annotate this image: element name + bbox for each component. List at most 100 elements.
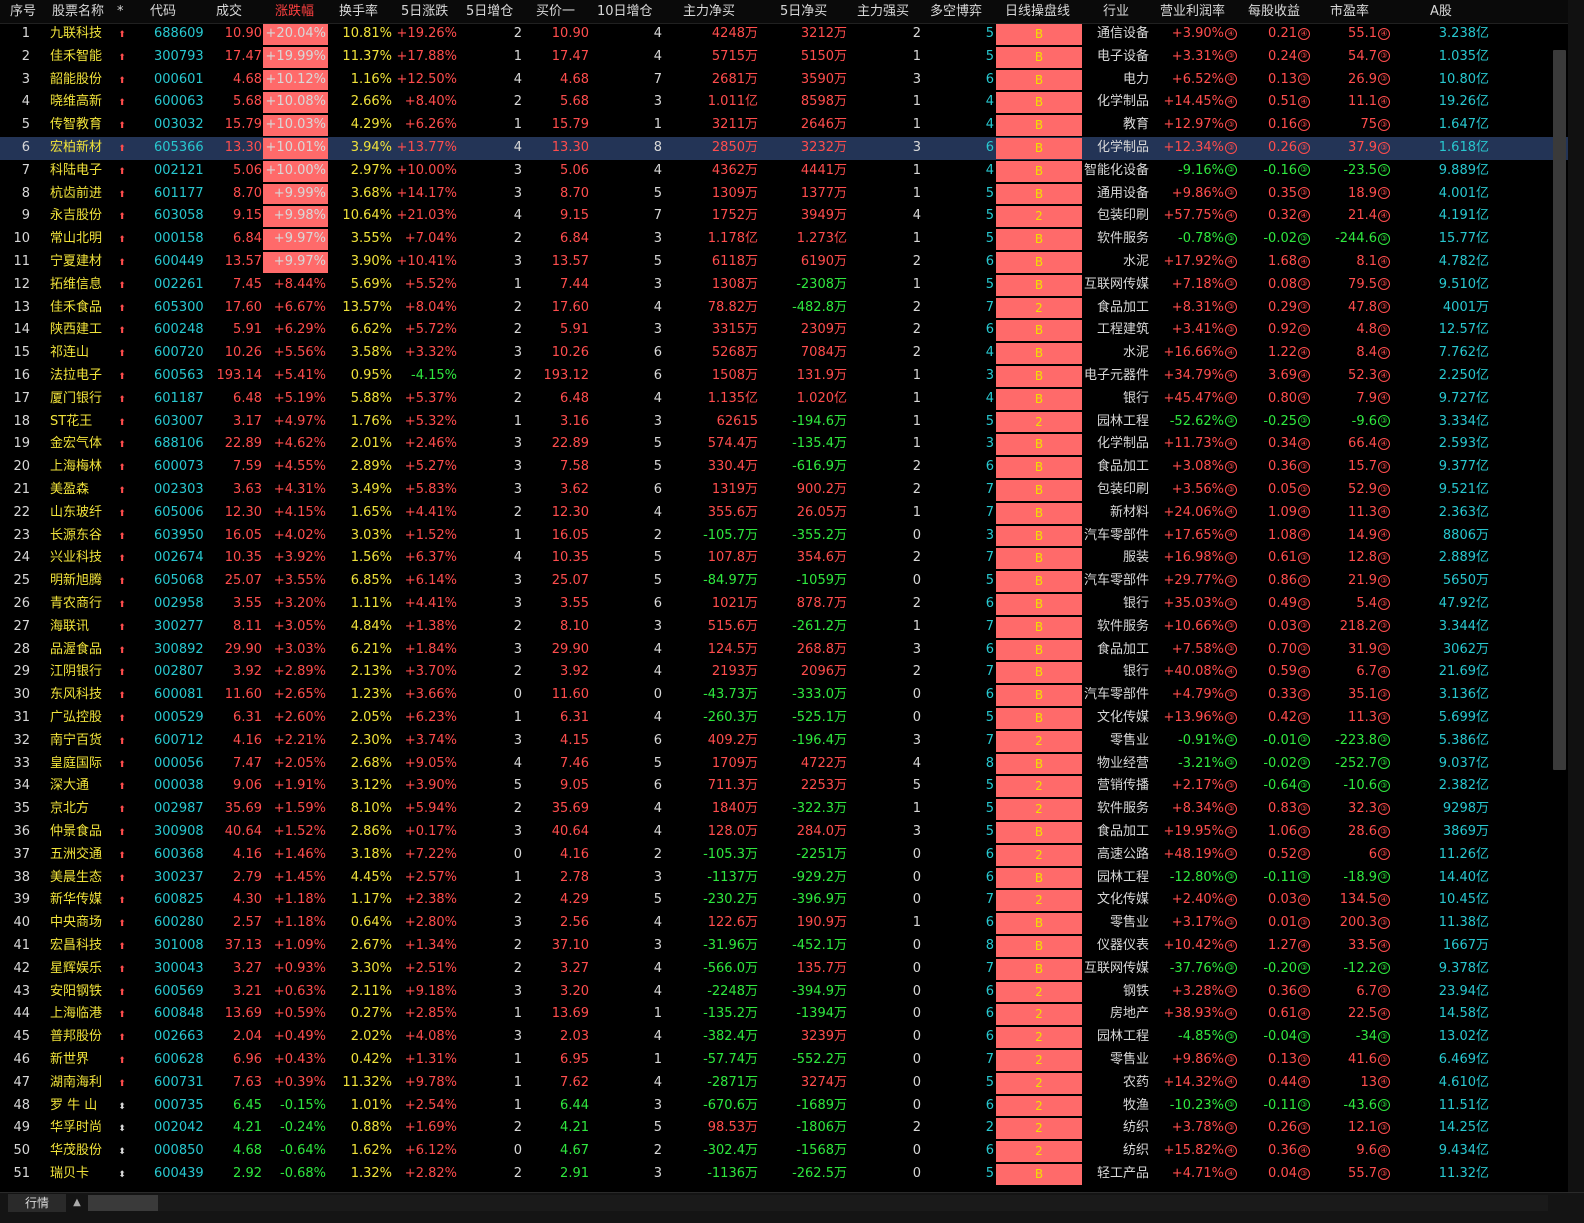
column-header-13[interactable]: 主力强买 xyxy=(857,0,909,23)
table-row[interactable]: 36 仲景食品 ⬆ 300908 40.64 +1.52% 2.86% +0.17% 3 40.6… xyxy=(0,821,1568,844)
table-row[interactable]: 11 宁夏建材 ⬆ 600449 13.57 +9.97% 3.90% +10.41% 3 13.… xyxy=(0,251,1568,274)
column-header-14[interactable]: 多空博弈 xyxy=(930,0,982,23)
stock-code: 003032 xyxy=(154,117,204,133)
earnings-per-share: 3.69 ④ xyxy=(1240,365,1310,388)
main-strong-buy: 0 xyxy=(912,1052,921,1067)
table-row[interactable]: 35 京北方 ⬆ 002987 35.69 +1.59% 8.10% +5.94% 2 35.69… xyxy=(0,798,1568,821)
table-row[interactable]: 3 韶能股份 ⬆ 000601 4.68 +10.12% 1.16% +12.50% 4 4.68… xyxy=(0,69,1568,92)
table-row[interactable]: 17 厦门银行 ⬆ 601187 6.48 +5.19% 5.88% +5.37% 2 6.48 4… xyxy=(0,388,1568,411)
position-increase-5d: 4 xyxy=(513,71,522,87)
table-row[interactable]: 45 普邦股份 ⬆ 002663 2.04 +0.49% 2.02% +4.08% 3 2.03 4… xyxy=(0,1026,1568,1049)
table-row[interactable]: 42 星辉娱乐 ⬆ 300043 3.27 +0.93% 3.30% +2.51% 2 3.27 4… xyxy=(0,958,1568,981)
table-row[interactable]: 38 美晨生态 ⬆ 300237 2.79 +1.45% 4.45% +2.57% 1 2.78 3… xyxy=(0,867,1568,890)
table-row[interactable]: 23 长源东谷 ⬆ 603950 16.05 +4.02% 3.03% +1.52% 1 16.0… xyxy=(0,525,1568,548)
column-header-6[interactable]: 换手率 xyxy=(339,0,378,23)
table-row[interactable]: 41 宏昌科技 ⬆ 301008 37.13 +1.09% 2.67% +1.34% 2 37.1… xyxy=(0,935,1568,958)
table-row[interactable]: 25 明新旭腾 ⬆ 605068 25.07 +3.55% 6.85% +6.14% 3 25.0… xyxy=(0,570,1568,593)
table-row[interactable]: 22 山东玻纤 ⬆ 605006 12.30 +4.15% 1.65% +4.41% 2 12.3… xyxy=(0,502,1568,525)
industry: 水泥 xyxy=(1122,254,1149,269)
change-5d: +2.80% xyxy=(404,915,457,931)
table-row[interactable]: 5 传智教育 ⬆ 003032 15.79 +10.03% 4.29% +6.26% 1 15.7… xyxy=(0,114,1568,137)
column-header-15[interactable]: 日线操盘线 xyxy=(1005,0,1070,23)
column-header-0[interactable]: 序号 xyxy=(10,0,36,23)
table-row[interactable]: 8 杭齿前进 ⬆ 601177 8.70 +9.99% 3.68% +14.17% 3 8.70 5… xyxy=(0,183,1568,206)
column-header-12[interactable]: 5日净买 xyxy=(780,0,827,23)
operating-margin: +3.41% ③ xyxy=(1152,319,1237,342)
column-header-19[interactable]: 市盈率 xyxy=(1330,0,1369,23)
pe-ratio: 35.1 ③ xyxy=(1312,684,1390,707)
table-row[interactable]: 33 皇庭国际 ⬆ 000056 7.47 +2.05% 2.68% +9.05% 4 7.46 5… xyxy=(0,753,1568,776)
table-row[interactable]: 21 美盈森 ⬆ 002303 3.63 +4.31% 3.49% +5.83% 3 3.62 6 1… xyxy=(0,479,1568,502)
net-buy-5d: -2308万 xyxy=(796,276,847,292)
table-row[interactable]: 24 兴业科技 ⬆ 002674 10.35 +3.92% 1.56% +6.37% 4 10.3… xyxy=(0,547,1568,570)
table-row[interactable]: 47 湖南海利 ⬆ 600731 7.63 +0.39% 11.32% +9.78% 1 7.62… xyxy=(0,1072,1568,1095)
table-row[interactable]: 15 祁连山 ⬆ 600720 10.26 +5.56% 3.58% +3.32% 3 10.26… xyxy=(0,342,1568,365)
table-row[interactable]: 26 青农商行 ⬆ 002958 3.55 +3.20% 1.11% +4.41% 3 3.55 6… xyxy=(0,593,1568,616)
stock-code: 605068 xyxy=(154,573,204,589)
tab-market[interactable]: 行情 xyxy=(8,1194,66,1212)
column-header-5[interactable]: 涨跌幅 xyxy=(275,0,314,23)
tab-menu-arrow-icon[interactable]: ▲ xyxy=(70,1194,84,1212)
net-buy-5d: -394.9万 xyxy=(792,983,847,999)
table-row[interactable]: 7 科陆电子 ⬆ 002121 5.06 +10.00% 2.97% +10.00% 3 5.06… xyxy=(0,160,1568,183)
table-row[interactable]: 12 拓维信息 ⬆ 002261 7.45 +8.44% 5.69% +5.52% 1 7.44 3… xyxy=(0,274,1568,297)
pe-ratio: 22.5 ④ xyxy=(1312,1003,1390,1026)
last-price: 35.69 xyxy=(224,801,262,817)
table-row[interactable]: 29 江阴银行 ⬆ 002807 3.92 +2.89% 2.13% +3.70% 2 3.92 4… xyxy=(0,661,1568,684)
column-header-11[interactable]: 主力净买 xyxy=(683,0,735,23)
column-header-16[interactable]: 行业 xyxy=(1103,0,1129,23)
table-row[interactable]: 32 南宁百货 ⬆ 600712 4.16 +2.21% 2.30% +3.74% 3 4.15 6… xyxy=(0,730,1568,753)
table-row[interactable]: 46 新世界 ⬆ 600628 6.96 +0.43% 0.42% +1.31% 1 6.95 1 -… xyxy=(0,1049,1568,1072)
table-row[interactable]: 49 华孚时尚 ⬍ 002042 4.21 -0.24% 0.88% +1.69% 2 4.21 5… xyxy=(0,1117,1568,1140)
table-row[interactable]: 31 广弘控股 ⬆ 000529 6.31 +2.60% 2.05% +6.23% 1 6.31 4… xyxy=(0,707,1568,730)
column-header-8[interactable]: 5日增仓 xyxy=(466,0,513,23)
table-row[interactable]: 9 永吉股份 ⬆ 603058 9.15 +9.98% 10.64% +21.03% 4 9.15… xyxy=(0,205,1568,228)
table-row[interactable]: 18 ST花王 ⬆ 603007 3.17 +4.97% 1.76% +5.32% 1 3.16 3… xyxy=(0,411,1568,434)
column-header-17[interactable]: 营业利润率 xyxy=(1160,0,1225,23)
table-row[interactable]: 30 东风科技 ⬆ 600081 11.60 +2.65% 1.23% +3.66% 0 11.6… xyxy=(0,684,1568,707)
horizontal-scrollbar-track[interactable] xyxy=(158,1195,1548,1211)
pe-ratio: 55.1 ④ xyxy=(1312,23,1390,46)
horizontal-scrollbar-thumb[interactable] xyxy=(88,1195,158,1211)
column-header-20[interactable]: A股 xyxy=(1430,0,1452,23)
column-header-4[interactable]: 成交 xyxy=(216,0,242,23)
table-row[interactable]: 28 品渥食品 ⬆ 300892 29.90 +3.03% 6.21% +1.84% 3 29.9… xyxy=(0,639,1568,662)
table-row[interactable]: 10 常山北明 ⬆ 000158 6.84 +9.97% 3.55% +7.04% 2 6.84 3… xyxy=(0,228,1568,251)
stock-code: 603950 xyxy=(154,527,204,543)
position-increase-10d: 3 xyxy=(653,938,662,953)
table-row[interactable]: 37 五洲交通 ⬆ 600368 4.16 +1.46% 3.18% +7.22% 0 4.16 2… xyxy=(0,844,1568,867)
column-header-2[interactable]: * xyxy=(117,0,124,23)
table-row[interactable]: 34 深大通 ⬆ 000038 9.06 +1.91% 3.12% +3.90% 5 9.05 6 7… xyxy=(0,775,1568,798)
table-row[interactable]: 27 海联讯 ⬆ 300277 8.11 +3.05% 4.84% +1.38% 2 8.10 3 5… xyxy=(0,616,1568,639)
table-row[interactable]: 51 瑞贝卡 ⬍ 600439 2.92 -0.68% 1.32% +2.82% 2 2.91 3 -… xyxy=(0,1163,1568,1186)
table-row[interactable]: 20 上海梅林 ⬆ 600073 7.59 +4.55% 2.89% +5.27% 3 7.58 5… xyxy=(0,456,1568,479)
column-header-18[interactable]: 每股收益 xyxy=(1248,0,1300,23)
pe-ratio: 8.4 ④ xyxy=(1312,342,1390,365)
table-row[interactable]: 48 罗 牛 山 ⬍ 000735 6.45 -0.15% 1.01% +2.54% 1 6.44… xyxy=(0,1095,1568,1118)
daily-line-signal: B xyxy=(996,1164,1082,1185)
column-header-3[interactable]: 代码 xyxy=(150,0,176,23)
table-row[interactable]: 44 上海临港 ⬆ 600848 13.69 +0.59% 0.27% +2.85% 1 13.6… xyxy=(0,1003,1568,1026)
column-header-9[interactable]: 买价一 xyxy=(536,0,575,23)
vertical-scrollbar-track[interactable] xyxy=(1568,0,1584,1192)
column-header-1[interactable]: 股票名称 xyxy=(52,0,104,23)
column-header-10[interactable]: 10日增仓 xyxy=(597,0,653,23)
vertical-scrollbar-thumb[interactable] xyxy=(1553,50,1566,770)
column-header-7[interactable]: 5日涨跌 xyxy=(401,0,448,23)
table-row[interactable]: 50 华茂股份 ⬍ 000850 4.68 -0.64% 1.62% +6.12% 0 4.67 2… xyxy=(0,1140,1568,1163)
table-row[interactable]: 13 佳禾食品 ⬆ 605300 17.60 +6.67% 13.57% +8.04% 2 17.… xyxy=(0,297,1568,320)
change-arrow-icon: ⬆ xyxy=(118,1078,126,1089)
table-row[interactable]: 43 安阳钢铁 ⬆ 600569 3.21 +0.63% 2.11% +9.18% 3 3.20 4… xyxy=(0,981,1568,1004)
table-row[interactable]: 39 新华传媒 ⬆ 600825 4.30 +1.18% 1.17% +2.38% 2 4.29 5… xyxy=(0,889,1568,912)
last-price: 40.64 xyxy=(224,824,262,839)
table-row[interactable]: 1 九联科技 ⬆ 688609 10.90 +20.04% 10.81% +19.26% 2 10… xyxy=(0,23,1568,46)
table-row[interactable]: 4 晓维高新 ⬆ 600063 5.68 +10.08% 2.66% +8.40% 2 5.68 3… xyxy=(0,91,1568,114)
table-row[interactable]: 40 中央商场 ⬆ 600280 2.57 +1.18% 0.64% +2.80% 3 2.56 4… xyxy=(0,912,1568,935)
table-row[interactable]: 14 陕西建工 ⬆ 600248 5.91 +6.29% 6.62% +5.72% 2 5.91 3… xyxy=(0,319,1568,342)
net-buy-5d: 4722万 xyxy=(800,755,847,771)
turnover-rate: 1.01% xyxy=(350,1097,392,1113)
table-row[interactable]: 16 法拉电子 ⬆ 600563 193.14 +5.41% 0.95% -4.15% 2 193… xyxy=(0,365,1568,388)
table-row[interactable]: 2 佳禾智能 ⬆ 300793 17.47 +19.99% 11.37% +17.88% 1 17… xyxy=(0,46,1568,69)
table-row[interactable]: 19 金宏气体 ⬆ 688106 22.89 +4.62% 2.01% +2.46% 3 22.8… xyxy=(0,433,1568,456)
table-row[interactable]: 6 宏柏新材 ⬆ 605366 13.30 +10.01% 3.94% +13.77% 4 13.… xyxy=(0,137,1568,160)
